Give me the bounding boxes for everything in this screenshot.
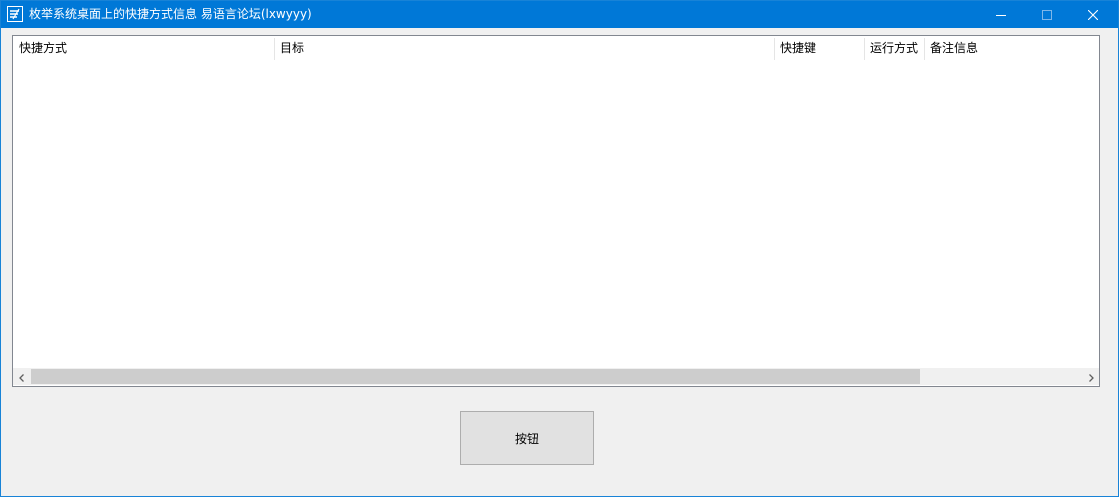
scroll-left-button[interactable]	[13, 368, 30, 385]
app-icon	[7, 6, 23, 22]
scroll-right-button[interactable]	[1082, 368, 1099, 385]
chevron-right-icon	[1087, 367, 1095, 386]
close-button[interactable]	[1070, 1, 1116, 28]
close-icon	[1087, 5, 1099, 24]
column-header-run-mode[interactable]: 运行方式	[864, 36, 924, 61]
column-header-shortcut[interactable]: 快捷方式	[13, 36, 274, 61]
horizontal-scrollbar[interactable]	[13, 368, 1099, 385]
chevron-left-icon	[18, 367, 26, 386]
maximize-button[interactable]	[1024, 1, 1070, 28]
minimize-icon	[996, 5, 1006, 24]
column-header-target[interactable]: 目标	[274, 36, 774, 61]
maximize-icon	[1042, 5, 1052, 24]
list-header: 快捷方式 目标 快捷键 运行方式 备注信息	[13, 36, 1099, 61]
main-window: 枚举系统桌面上的快捷方式信息 易语言论坛(lxwyyy) 快捷方式 目标 快捷键…	[0, 0, 1119, 497]
column-header-hotkey[interactable]: 快捷键	[774, 36, 864, 61]
shortcut-list-view[interactable]: 快捷方式 目标 快捷键 运行方式 备注信息	[12, 35, 1100, 387]
window-title: 枚举系统桌面上的快捷方式信息 易语言论坛(lxwyyy)	[29, 7, 312, 21]
column-header-remarks[interactable]: 备注信息	[924, 36, 1099, 61]
title-bar[interactable]: 枚举系统桌面上的快捷方式信息 易语言论坛(lxwyyy)	[1, 1, 1118, 28]
scrollbar-thumb[interactable]	[31, 369, 920, 384]
action-button[interactable]: 按钮	[460, 411, 594, 465]
minimize-button[interactable]	[978, 1, 1024, 28]
